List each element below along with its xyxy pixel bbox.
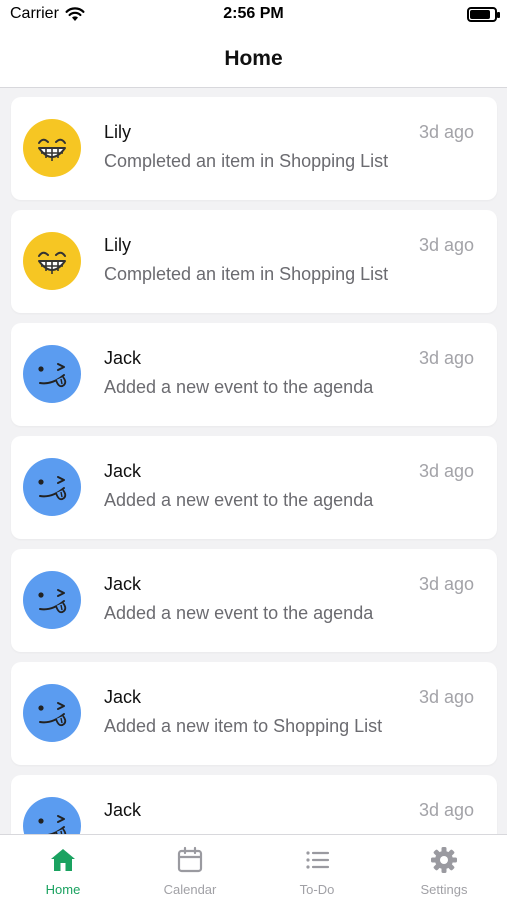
tab-todo[interactable]: To-Do: [254, 835, 380, 900]
battery-icon: [467, 7, 500, 22]
home-icon: [51, 849, 75, 871]
activity-card[interactable]: Lily 3d ago Completed an item in Shoppin…: [11, 210, 497, 313]
activity-feed[interactable]: Lily 3d ago Completed an item in Shoppin…: [0, 88, 507, 834]
activity-card[interactable]: Lily 3d ago Completed an item in Shoppin…: [11, 97, 497, 200]
avatar: [23, 232, 81, 290]
grinning-face-icon: [38, 138, 66, 161]
tab-bar: Home Calendar To-Do Settings: [0, 834, 507, 900]
tab-todo-label: To-Do: [299, 882, 335, 897]
timestamp: 3d ago: [418, 687, 474, 707]
user-name: Lily: [104, 122, 132, 142]
winking-tongue-face-icon: [38, 815, 67, 834]
activity-card[interactable]: Jack 3d ago: [11, 775, 497, 834]
tab-calendar-label: Calendar: [163, 882, 217, 897]
gear-icon: [431, 847, 457, 873]
battery-level: [470, 10, 491, 19]
list-icon: [306, 851, 330, 869]
avatar: [23, 571, 81, 629]
grinning-face-icon: [38, 251, 66, 274]
winking-tongue-face-icon: [38, 363, 67, 388]
activity-card[interactable]: Jack 3d ago Added a new event to the age…: [11, 549, 497, 652]
activity-text: Added a new event to the agenda: [104, 603, 374, 623]
user-name: Jack: [104, 800, 142, 820]
activity-text: Added a new event to the agenda: [104, 490, 374, 510]
timestamp: 3d ago: [418, 574, 474, 594]
tab-calendar[interactable]: Calendar: [127, 835, 253, 900]
user-name: Jack: [104, 574, 142, 594]
tab-home-label: Home: [45, 882, 81, 897]
app-screen: Carrier 2:56 PM Home Lily 3d ago Complet…: [0, 0, 507, 900]
timestamp: 3d ago: [418, 235, 474, 255]
activity-card[interactable]: Jack 3d ago Added a new item to Shopping…: [11, 662, 497, 765]
user-name: Jack: [104, 461, 142, 481]
timestamp: 3d ago: [418, 461, 474, 481]
winking-tongue-face-icon: [38, 702, 67, 727]
calendar-icon: [177, 846, 203, 873]
avatar: [23, 684, 81, 742]
tab-settings-label: Settings: [420, 882, 468, 897]
avatar: [23, 345, 81, 403]
activity-text: Completed an item in Shopping List: [104, 151, 389, 171]
activity-text: Completed an item in Shopping List: [104, 264, 389, 284]
user-name: Jack: [104, 348, 142, 368]
tab-settings[interactable]: Settings: [381, 835, 507, 900]
avatar: [23, 458, 81, 516]
timestamp: 3d ago: [418, 348, 474, 368]
status-time: 2:56 PM: [223, 5, 284, 22]
page-title: Home: [224, 46, 283, 70]
tab-home[interactable]: Home: [0, 835, 126, 900]
avatar: [23, 797, 81, 834]
activity-card[interactable]: Jack 3d ago Added a new event to the age…: [11, 323, 497, 426]
activity-card[interactable]: Jack 3d ago Added a new event to the age…: [11, 436, 497, 539]
activity-text: Added a new event to the agenda: [104, 377, 374, 397]
user-name: Lily: [104, 235, 132, 255]
timestamp: 3d ago: [418, 800, 474, 820]
timestamp: 3d ago: [418, 122, 474, 142]
status-bar: Carrier 2:56 PM: [0, 0, 507, 30]
winking-tongue-face-icon: [38, 476, 67, 501]
nav-header: Home: [0, 30, 507, 88]
winking-tongue-face-icon: [38, 589, 67, 614]
user-name: Jack: [104, 687, 142, 707]
avatar: [23, 119, 81, 177]
activity-text: Added a new item to Shopping List: [104, 716, 383, 736]
